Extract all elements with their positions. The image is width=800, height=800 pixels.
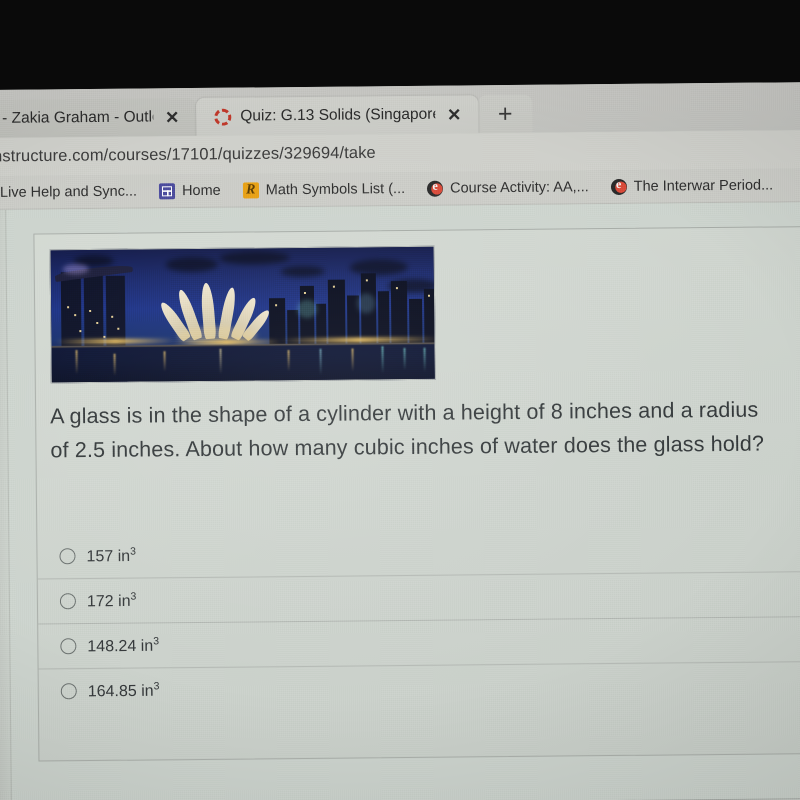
answer-radio-2[interactable]: [59, 593, 77, 610]
quiz-question-card: A glass is in the shape of a cylinder wi…: [33, 226, 800, 762]
bookmark-math-symbols-label: Math Symbols List (...: [265, 180, 406, 198]
url-text[interactable]: .instructure.com/courses/17101/quizzes/3…: [0, 144, 376, 167]
water-reflection: [51, 342, 435, 383]
answer-label-3: 148.24 in3: [87, 635, 160, 656]
question-text: A glass is in the shape of a cylinder wi…: [50, 397, 765, 463]
tab-outlook-close-icon[interactable]: ✕: [162, 108, 182, 127]
home-icon: [158, 182, 176, 199]
answer-option-2[interactable]: 172 in3: [37, 571, 800, 624]
tab-outlook[interactable]: ail - Zakia Graham - Outlook ✕: [0, 97, 197, 139]
answer-option-1[interactable]: 157 in3: [37, 527, 800, 578]
screenshot-root: ail - Zakia Graham - Outlook ✕ Quiz: G.1…: [0, 0, 800, 800]
page-viewport: A glass is in the shape of a cylinder wi…: [0, 201, 800, 800]
canvas-ring-icon: [214, 108, 232, 126]
tab-quiz-title: Quiz: G.13 Solids (Singapore): [240, 105, 436, 125]
bookmark-course-activity-label: Course Activity: AA,...: [450, 178, 589, 197]
page-left-gutter: [0, 209, 13, 800]
bookmark-live-help-label: Live Help and Sync...: [0, 183, 138, 201]
answer-options-list: 157 in3 172 in3 148.24 in3 164.85 in3: [37, 527, 800, 714]
question-image: [49, 245, 436, 384]
bookmark-interwar-period-label: The Interwar Period...: [633, 176, 774, 195]
bookmark-math-symbols-list[interactable]: R Math Symbols List (...: [232, 180, 417, 199]
bookmark-interwar-period[interactable]: The Interwar Period...: [600, 177, 785, 195]
answer-option-4[interactable]: 164.85 in3: [38, 661, 800, 714]
bookmark-live-help-and-sync[interactable]: Live Help and Sync...: [0, 183, 148, 201]
answer-label-2: 172 in3: [86, 590, 137, 611]
tab-quiz[interactable]: Quiz: G.13 Solids (Singapore) ✕: [196, 95, 479, 136]
browser-window: ail - Zakia Graham - Outlook ✕ Quiz: G.1…: [0, 81, 800, 800]
answer-radio-4[interactable]: [60, 683, 77, 700]
answer-label-4: 164.85 in3: [87, 680, 160, 701]
tab-quiz-close-icon[interactable]: ✕: [444, 105, 464, 124]
edge-icon: [427, 180, 444, 197]
answer-radio-1[interactable]: [59, 548, 76, 565]
r-icon: R: [242, 181, 259, 199]
new-tab-button[interactable]: +: [478, 94, 533, 134]
bookmark-home[interactable]: Home: [148, 182, 232, 199]
bookmark-course-activity[interactable]: Course Activity: AA,...: [416, 179, 600, 197]
answer-option-3[interactable]: 148.24 in3: [38, 616, 800, 669]
browser-chrome: ail - Zakia Graham - Outlook ✕ Quiz: G.1…: [0, 81, 800, 139]
answer-label-1: 157 in3: [86, 545, 136, 566]
tab-outlook-title: ail - Zakia Graham - Outlook: [0, 108, 154, 127]
edge-icon: [610, 178, 627, 195]
bookmark-home-label: Home: [181, 182, 221, 199]
answer-radio-3[interactable]: [60, 638, 77, 655]
